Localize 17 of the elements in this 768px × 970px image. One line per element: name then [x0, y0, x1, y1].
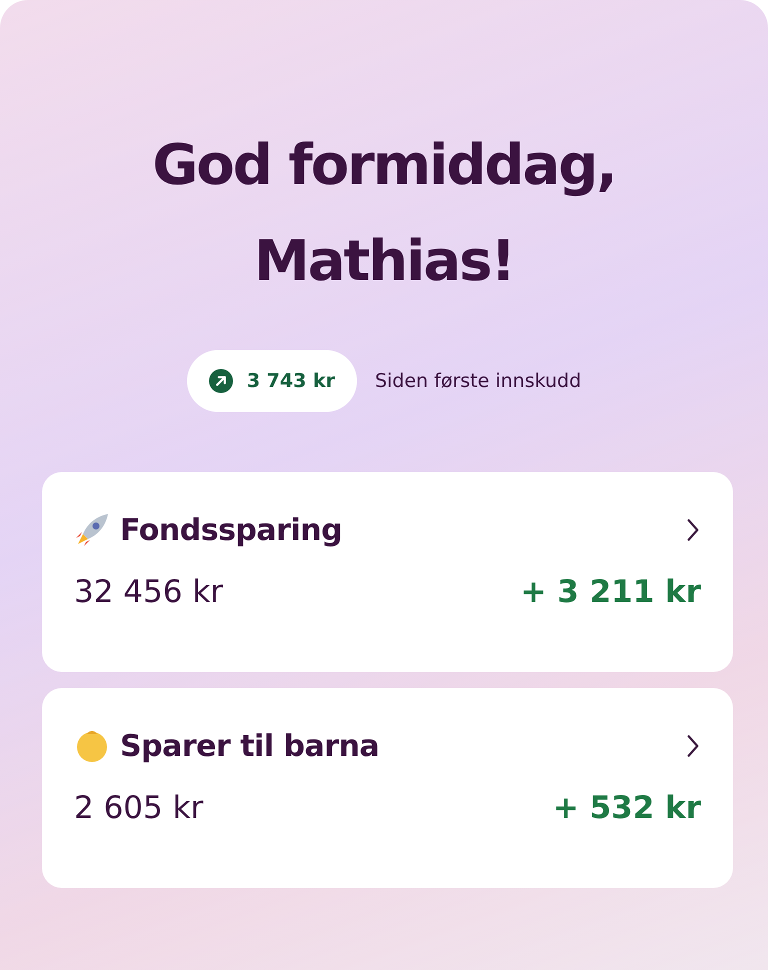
account-gain: + 532 kr: [552, 790, 701, 826]
total-return-amount: 3 743 kr: [246, 370, 335, 392]
account-balance: 32 456 kr: [74, 574, 224, 610]
account-card[interactable]: Sparer til barna 2 605 kr + 532 kr: [42, 688, 733, 888]
rocket-icon: [74, 512, 110, 548]
greeting-name: Mathias!: [254, 228, 514, 296]
chevron-right-icon: [685, 517, 701, 543]
account-balance: 2 605 kr: [74, 790, 204, 826]
account-title: Fondssparing: [120, 512, 344, 548]
account-card[interactable]: Fondssparing 32 456 kr + 3 211 kr: [42, 472, 733, 672]
arrow-up-right-icon: [208, 369, 233, 393]
chevron-right-icon: [685, 733, 701, 759]
greeting-title: God formiddag,: [152, 132, 616, 200]
account-title: Sparer til barna: [120, 728, 380, 764]
total-return-caption: Siden første innskudd: [374, 370, 582, 392]
account-gain: + 3 211 kr: [520, 574, 701, 610]
baby-head-icon: [74, 728, 110, 764]
